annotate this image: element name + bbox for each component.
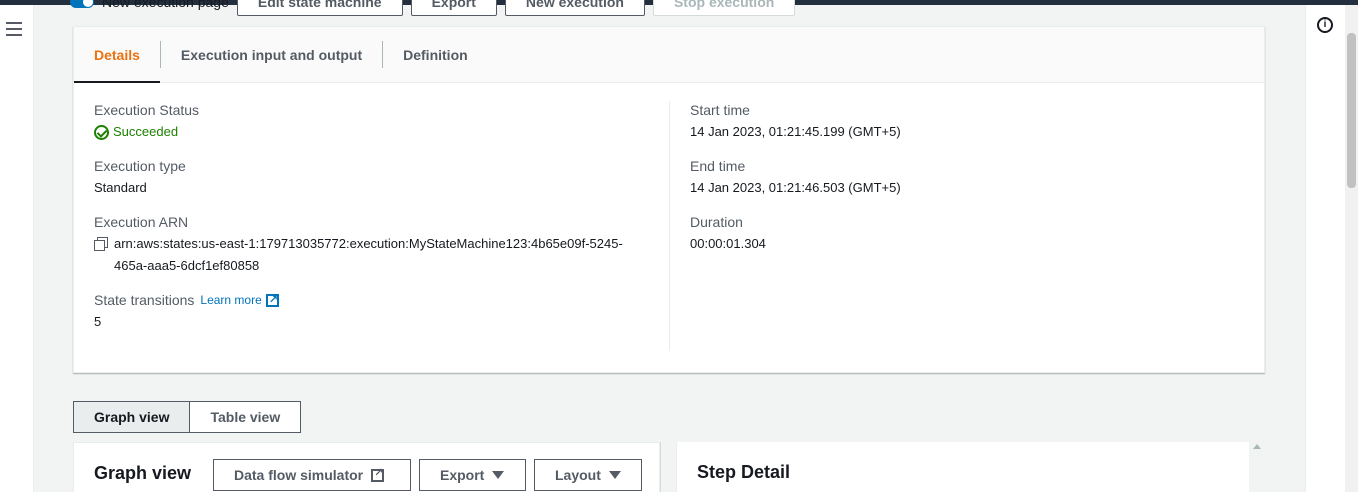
toggle-switch-icon[interactable] [70, 0, 94, 8]
execution-arn-row: arn:aws:states:us-east-1:179713035772:ex… [94, 233, 669, 277]
execution-arn-value: arn:aws:states:us-east-1:179713035772:ex… [114, 236, 623, 273]
duration-value: 00:00:01.304 [690, 236, 766, 251]
learn-more-text[interactable]: Learn more [200, 291, 261, 309]
execution-arn-field: Execution ARN arn:aws:states:us-east-1:1… [94, 213, 669, 277]
layout-label[interactable]: Layout [555, 467, 601, 483]
state-transitions-label-row: State transitions Learn more [94, 291, 669, 309]
new-execution-button[interactable]: New execution [504, 0, 645, 16]
step-detail-panel: Step Detail [676, 442, 1249, 492]
left-side-rail [0, 5, 34, 492]
table-view-button[interactable]: Table view [190, 401, 302, 433]
data-flow-simulator-label[interactable]: Data flow simulator [234, 467, 363, 483]
state-transitions-field: State transitions Learn more 5 [94, 291, 669, 333]
execution-arn-label: Execution ARN [94, 214, 189, 230]
end-time-value: 14 Jan 2023, 01:21:46.503 (GMT+5) [690, 180, 901, 195]
graph-view-button[interactable]: Graph view [73, 401, 191, 433]
status-badge: Succeeded [94, 121, 669, 143]
details-right-column: Start time 14 Jan 2023, 01:21:45.199 (GM… [669, 101, 1264, 351]
caret-down-icon[interactable] [492, 471, 505, 479]
layout-dropdown-button[interactable]: Layout [534, 459, 642, 491]
caret-down-icon[interactable] [608, 471, 621, 479]
toggle-label: New execution page [102, 0, 229, 10]
execution-status-field: Execution Status Succeeded [94, 101, 669, 143]
menu-icon[interactable] [6, 22, 22, 36]
graph-view-title: Graph view [94, 463, 192, 483]
step-detail-title: Step Detail [697, 462, 791, 482]
execution-type-value: Standard [94, 180, 147, 195]
external-link-icon[interactable] [371, 466, 385, 482]
end-time-label: End time [690, 158, 746, 174]
scroll-up-arrow-icon[interactable] [1253, 444, 1261, 449]
export-execution-button[interactable]: Export [410, 0, 497, 16]
right-side-rail: i [1305, 5, 1345, 492]
stop-execution-button[interactable]: Stop execution [652, 0, 796, 16]
details-columns: Execution Status Succeeded Execution typ… [74, 101, 1264, 351]
execution-actions-toolbar: New execution page Edit state machine Ex… [70, 0, 796, 16]
state-transitions-value: 5 [94, 314, 102, 329]
tab-definition[interactable]: Definition [383, 27, 488, 82]
panel-resize-handle[interactable] [660, 442, 661, 492]
execution-type-label: Execution type [94, 158, 186, 174]
data-flow-simulator-button[interactable]: Data flow simulator [213, 459, 411, 491]
details-left-column: Execution Status Succeeded Execution typ… [74, 101, 669, 351]
end-time-field: End time 14 Jan 2023, 01:21:46.503 (GMT+… [690, 157, 1264, 199]
new-execution-page-toggle[interactable]: New execution page [70, 0, 229, 16]
view-segmented-control: Graph view Table view [73, 401, 302, 433]
graph-view-panel: Graph view Data flow simulator Export La… [73, 442, 660, 492]
start-time-value: 14 Jan 2023, 01:21:45.199 (GMT+5) [690, 124, 901, 139]
page-scrollbar[interactable] [1345, 5, 1358, 492]
tab-details[interactable]: Details [74, 27, 160, 83]
scrollbar-thumb[interactable] [1347, 33, 1356, 188]
copy-icon[interactable] [94, 237, 108, 251]
success-check-icon [94, 124, 109, 140]
export-label[interactable]: Export [440, 467, 484, 483]
state-transitions-label: State transitions [94, 292, 195, 308]
execution-status-label: Execution Status [94, 102, 200, 118]
info-icon[interactable]: i [1317, 17, 1333, 33]
execution-details-panel: Details Execution input and output Defin… [73, 26, 1265, 373]
external-link-icon[interactable] [265, 291, 279, 309]
execution-type-field: Execution type Standard [94, 157, 669, 199]
learn-more-link[interactable]: Learn more [200, 291, 279, 309]
duration-label: Duration [690, 214, 743, 230]
export-dropdown-button[interactable]: Export [419, 459, 526, 491]
details-tabs: Details Execution input and output Defin… [74, 27, 1264, 83]
edit-state-machine-button[interactable]: Edit state machine [236, 0, 403, 16]
status-value: Succeeded [113, 124, 179, 139]
tab-execution-input-output[interactable]: Execution input and output [161, 27, 382, 82]
start-time-label: Start time [690, 102, 750, 118]
start-time-field: Start time 14 Jan 2023, 01:21:45.199 (GM… [690, 101, 1264, 143]
duration-field: Duration 00:00:01.304 [690, 213, 1264, 255]
